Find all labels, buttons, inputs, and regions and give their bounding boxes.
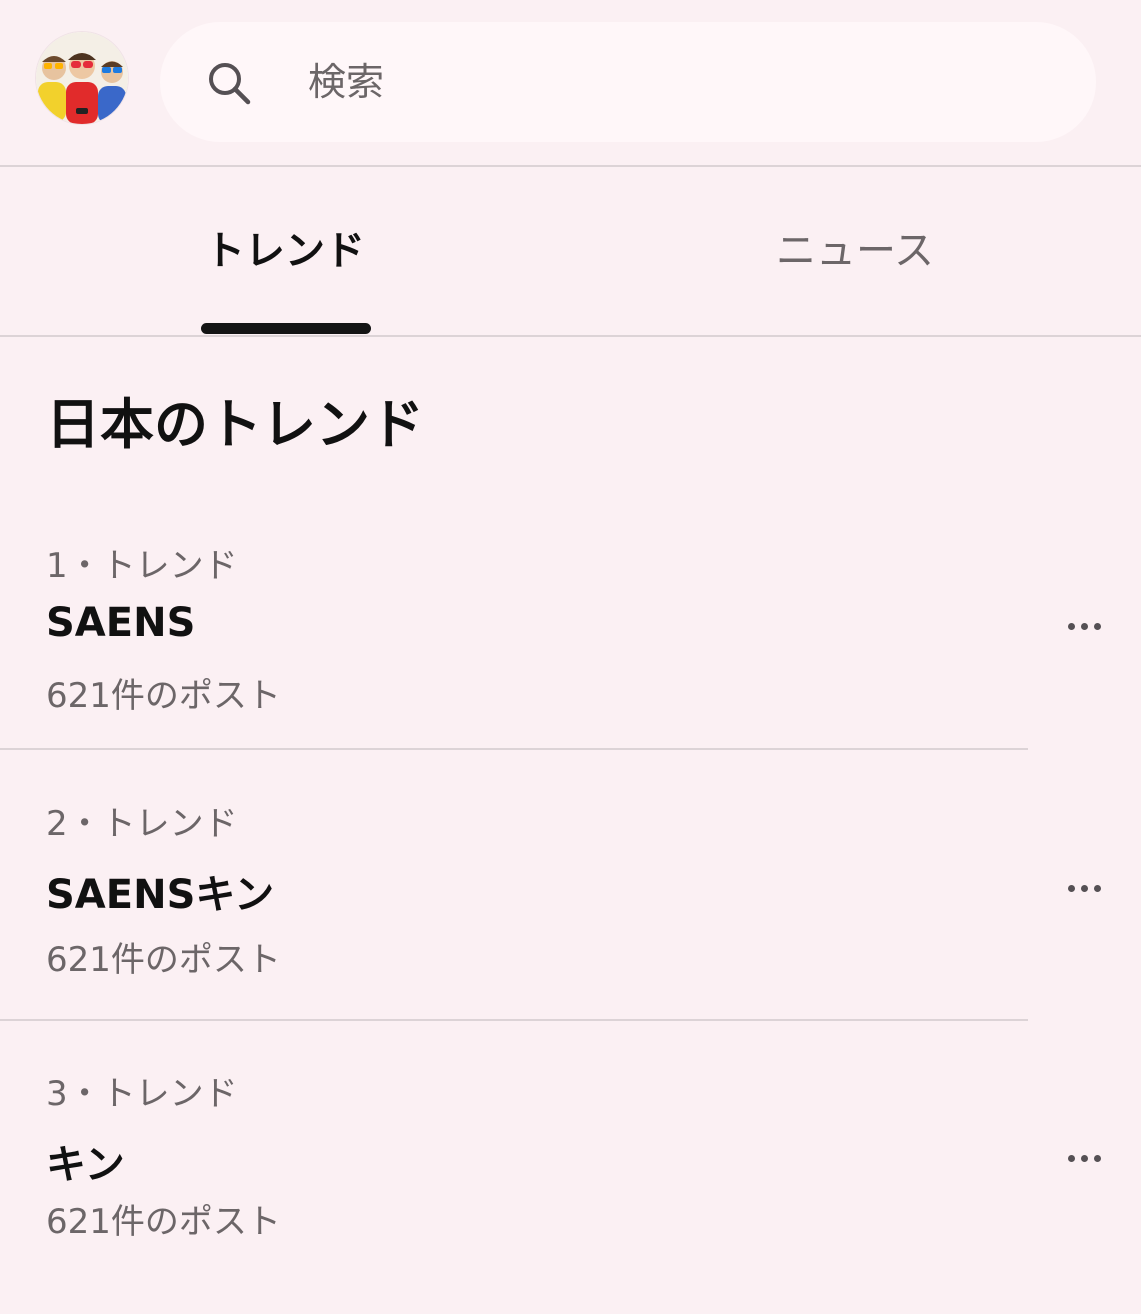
trend-name[interactable]: キン — [46, 1132, 125, 1190]
more-icon — [1067, 622, 1101, 630]
top-bar — [0, 0, 1141, 165]
more-options-button[interactable] — [1056, 1138, 1112, 1178]
trend-item[interactable]: 2・トレンド SAENSキン 621件のポスト — [0, 776, 1141, 1044]
trend-post-count: 621件のポスト — [46, 940, 281, 980]
trend-post-count: 621件のポスト — [46, 1202, 281, 1242]
more-options-button[interactable] — [1056, 606, 1112, 646]
search-input[interactable] — [308, 50, 1028, 114]
row-divider — [0, 1019, 1028, 1021]
trend-item[interactable]: 1・トレンド SAENS 621件のポスト — [0, 518, 1141, 786]
more-icon — [1067, 884, 1101, 892]
trend-rank-label: 2・トレンド — [46, 804, 238, 844]
tab-news[interactable]: ニュース — [570, 167, 1140, 335]
trend-name[interactable]: SAENSキン — [46, 862, 274, 920]
search-icon — [209, 63, 251, 105]
trend-name[interactable]: SAENS — [46, 600, 195, 646]
trend-rank-label: 1・トレンド — [46, 546, 238, 586]
more-icon — [1067, 1154, 1101, 1162]
active-tab-indicator — [201, 323, 371, 334]
tab-news-label: ニュース — [776, 228, 934, 274]
trend-item[interactable]: 3・トレンド キン 621件のポスト — [0, 1046, 1141, 1314]
tab-bar: トレンド ニュース — [0, 167, 1141, 335]
tab-trends-label: トレンド — [205, 228, 365, 274]
trend-rank-label: 3・トレンド — [46, 1074, 238, 1114]
trend-post-count: 621件のポスト — [46, 676, 281, 716]
section-title: 日本のトレンド — [46, 393, 424, 456]
search-bar[interactable] — [160, 22, 1096, 142]
more-options-button[interactable] — [1056, 868, 1112, 908]
tab-trends[interactable]: トレンド — [0, 167, 570, 335]
row-divider — [0, 748, 1028, 750]
avatar-image — [36, 32, 128, 124]
tabs-divider — [0, 335, 1141, 337]
avatar[interactable] — [36, 32, 128, 124]
